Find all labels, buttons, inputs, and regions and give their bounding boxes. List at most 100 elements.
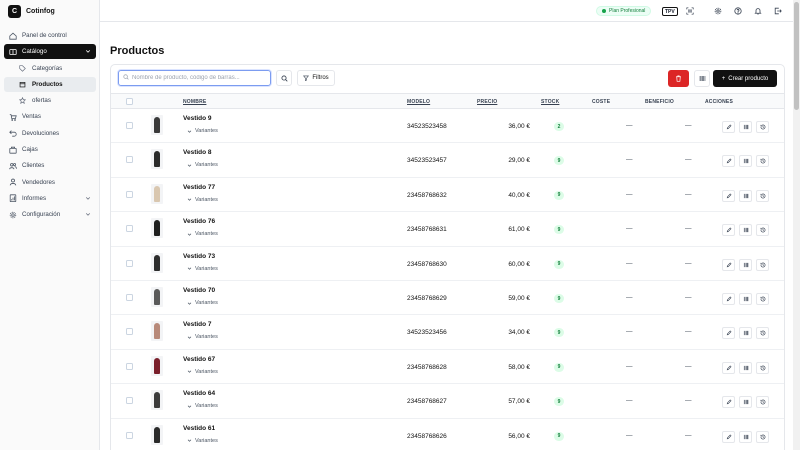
edit-button[interactable] bbox=[722, 121, 735, 133]
sidebar-item-categorias[interactable]: Categorías bbox=[4, 61, 96, 76]
history-button[interactable] bbox=[756, 224, 769, 237]
column-header-price[interactable]: PRECIO bbox=[477, 99, 497, 105]
column-header-model[interactable]: MODELO bbox=[407, 99, 430, 105]
table-row[interactable]: Vestido 61 Variantes 23458768626 56,00 € 9 — — bbox=[111, 419, 784, 450]
variants-toggle[interactable]: Variantes bbox=[187, 231, 218, 237]
help-icon[interactable] bbox=[732, 5, 743, 16]
row-checkbox[interactable] bbox=[126, 190, 133, 198]
sidebar-item-cajas[interactable]: Cajas bbox=[4, 142, 96, 157]
product-thumbnail[interactable] bbox=[151, 252, 163, 273]
sidebar-item-ofertas[interactable]: ofertas bbox=[4, 93, 96, 108]
product-thumbnail[interactable] bbox=[151, 183, 163, 204]
barcode-print-button[interactable] bbox=[739, 258, 752, 271]
variants-toggle[interactable]: Variantes bbox=[187, 300, 218, 306]
sidebar-item-productos[interactable]: Productos bbox=[4, 76, 96, 92]
edit-button[interactable] bbox=[722, 189, 735, 202]
product-thumbnail[interactable] bbox=[151, 115, 163, 135]
table-row[interactable]: Vestido 64 Variantes 23458768627 57,00 € 9 — — bbox=[111, 384, 784, 419]
product-name[interactable]: Vestido 70 bbox=[183, 287, 215, 294]
table-row[interactable]: Vestido 7 Variantes 34523523456 34,00 € 9 — — bbox=[111, 315, 784, 350]
edit-button[interactable] bbox=[722, 258, 735, 271]
history-button[interactable] bbox=[756, 155, 769, 168]
barcode-print-button[interactable] bbox=[739, 327, 752, 340]
product-thumbnail[interactable] bbox=[151, 218, 163, 239]
product-name[interactable]: Vestido 67 bbox=[183, 356, 215, 363]
history-button[interactable] bbox=[756, 361, 769, 374]
history-button[interactable] bbox=[756, 430, 769, 443]
product-thumbnail[interactable] bbox=[151, 149, 163, 170]
row-checkbox[interactable] bbox=[126, 294, 133, 301]
brand[interactable]: C Cotinfog bbox=[8, 4, 55, 18]
product-name[interactable]: Vestido 7 bbox=[183, 321, 212, 328]
product-thumbnail[interactable] bbox=[151, 321, 163, 342]
row-checkbox[interactable] bbox=[126, 156, 133, 164]
scrollbar[interactable] bbox=[793, 0, 800, 450]
filter-button[interactable]: Filtros bbox=[297, 70, 335, 86]
select-all-checkbox[interactable] bbox=[126, 98, 133, 105]
table-row[interactable]: Vestido 9 Variantes 34523523458 36,00 € 2 — — bbox=[111, 109, 784, 144]
search-box[interactable] bbox=[118, 70, 271, 86]
row-checkbox[interactable] bbox=[126, 259, 133, 267]
history-button[interactable] bbox=[756, 396, 769, 409]
table-row[interactable]: Vestido 8 Variantes 34523523457 29,00 € 9 — — bbox=[111, 143, 784, 178]
history-button[interactable] bbox=[756, 293, 769, 305]
product-name[interactable]: Vestido 61 bbox=[183, 425, 215, 432]
product-thumbnail[interactable] bbox=[151, 424, 163, 445]
plan-badge[interactable]: Plan Profesional bbox=[596, 6, 652, 16]
product-name[interactable]: Vestido 73 bbox=[183, 253, 215, 260]
barcode-print-button[interactable] bbox=[739, 430, 752, 443]
product-name[interactable]: Vestido 76 bbox=[183, 218, 215, 225]
product-name[interactable]: Vestido 77 bbox=[183, 184, 215, 191]
product-thumbnail[interactable] bbox=[151, 355, 163, 376]
history-button[interactable] bbox=[756, 189, 769, 202]
tpv-button[interactable]: TPV bbox=[662, 7, 678, 16]
edit-button[interactable] bbox=[722, 293, 735, 305]
product-name[interactable]: Vestido 8 bbox=[183, 149, 212, 156]
delete-button[interactable] bbox=[668, 70, 689, 87]
sidebar-item-panel-de-control[interactable]: Panel de control bbox=[4, 28, 96, 43]
sidebar-item-ventas[interactable]: Ventas bbox=[4, 109, 96, 124]
search-button[interactable] bbox=[276, 70, 292, 86]
product-thumbnail[interactable] bbox=[151, 287, 163, 307]
variants-toggle[interactable]: Variantes bbox=[187, 266, 218, 272]
table-row[interactable]: Vestido 73 Variantes 23458768630 60,00 € 9 — — bbox=[111, 247, 784, 281]
sidebar-item-catalogo[interactable]: Catálogo bbox=[4, 44, 96, 60]
variants-toggle[interactable]: Variantes bbox=[187, 197, 218, 203]
variants-toggle[interactable]: Variantes bbox=[187, 334, 218, 340]
table-row[interactable]: Vestido 70 Variantes 23458768629 59,00 € 9 — — bbox=[111, 281, 784, 316]
create-product-button[interactable]: + Crear producto bbox=[713, 70, 777, 87]
row-checkbox[interactable] bbox=[126, 122, 133, 129]
product-name[interactable]: Vestido 9 bbox=[183, 115, 212, 122]
settings-icon[interactable] bbox=[712, 5, 723, 16]
edit-button[interactable] bbox=[722, 361, 735, 374]
variants-toggle[interactable]: Variantes bbox=[187, 128, 218, 134]
variants-toggle[interactable]: Variantes bbox=[187, 438, 218, 444]
edit-button[interactable] bbox=[722, 224, 735, 237]
sidebar-item-devoluciones[interactable]: Devoluciones bbox=[4, 126, 96, 141]
search-input[interactable] bbox=[132, 75, 267, 81]
history-button[interactable] bbox=[756, 258, 769, 271]
edit-button[interactable] bbox=[722, 430, 735, 443]
column-header-stock[interactable]: STOCK bbox=[541, 99, 559, 105]
bell-icon[interactable] bbox=[752, 5, 763, 16]
product-thumbnail[interactable] bbox=[151, 390, 163, 411]
barcode-print-button[interactable] bbox=[739, 121, 752, 133]
table-row[interactable]: Vestido 77 Variantes 23458768632 40,00 € 9 — — bbox=[111, 178, 784, 213]
edit-button[interactable] bbox=[722, 396, 735, 409]
table-row[interactable]: Vestido 76 Variantes 23458768631 61,00 € 9 — — bbox=[111, 212, 784, 247]
product-name[interactable]: Vestido 64 bbox=[183, 390, 215, 397]
barcode-print-button[interactable] bbox=[739, 155, 752, 168]
variants-toggle[interactable]: Variantes bbox=[187, 162, 218, 168]
variants-toggle[interactable]: Variantes bbox=[187, 403, 218, 409]
sidebar-item-clientes[interactable]: Clientes bbox=[4, 158, 96, 173]
history-button[interactable] bbox=[756, 121, 769, 133]
barcode-print-button[interactable] bbox=[739, 189, 752, 202]
barcode-print-button[interactable] bbox=[739, 396, 752, 409]
row-checkbox[interactable] bbox=[126, 225, 133, 233]
barcode-print-button[interactable] bbox=[739, 224, 752, 237]
barcode-print-button[interactable] bbox=[739, 361, 752, 374]
row-checkbox[interactable] bbox=[126, 431, 133, 439]
row-checkbox[interactable] bbox=[126, 397, 133, 405]
row-checkbox[interactable] bbox=[126, 362, 133, 370]
barcode-scan-icon[interactable] bbox=[684, 5, 695, 16]
